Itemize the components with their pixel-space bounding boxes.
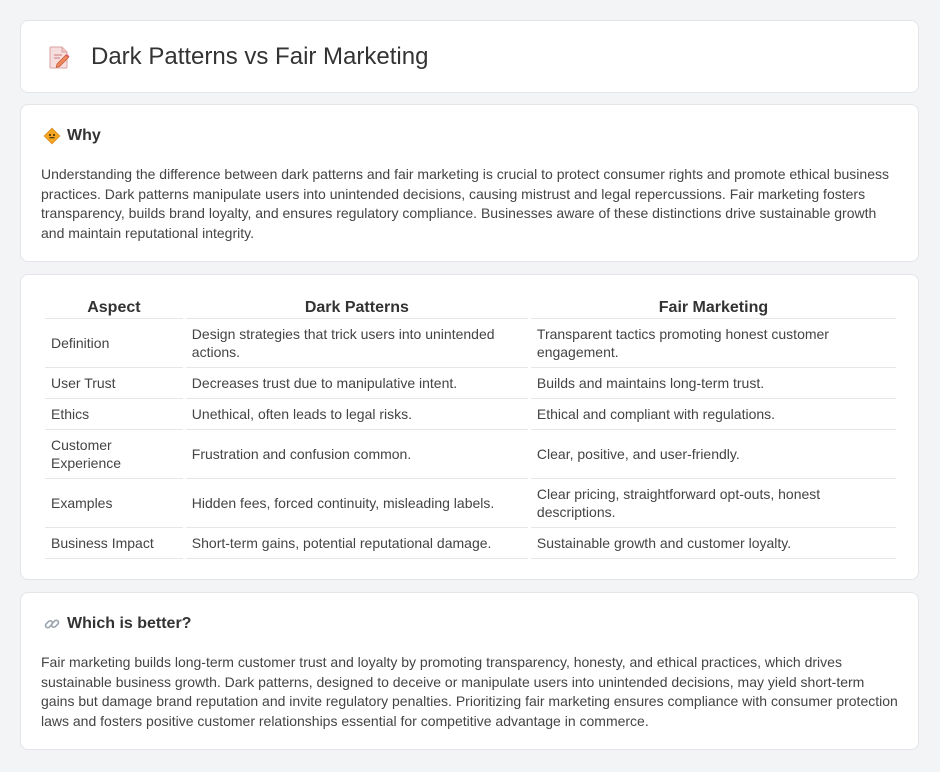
- document-pencil-icon: [47, 44, 71, 70]
- diamond-sign-icon: [43, 127, 61, 145]
- cell-fair: Ethical and compliant with regulations.: [530, 399, 896, 430]
- why-heading-row: Why: [43, 127, 101, 145]
- table-row: User Trust Decreases trust due to manipu…: [45, 368, 896, 399]
- why-heading: Why: [67, 127, 101, 144]
- header-card: Dark Patterns vs Fair Marketing: [20, 20, 919, 93]
- header-dark-patterns: Dark Patterns: [185, 297, 528, 319]
- better-heading-row: Which is better?: [43, 615, 191, 633]
- comparison-table: Aspect Dark Patterns Fair Marketing Defi…: [42, 297, 899, 559]
- table-row: Ethics Unethical, often leads to legal r…: [45, 399, 896, 430]
- cell-fair: Sustainable growth and customer loyalty.: [530, 528, 896, 559]
- cell-aspect: Business Impact: [45, 528, 183, 559]
- header-fair-marketing: Fair Marketing: [530, 297, 896, 319]
- table-row: Definition Design strategies that trick …: [45, 319, 896, 368]
- table-row: Business Impact Short-term gains, potent…: [45, 528, 896, 559]
- cell-fair: Transparent tactics promoting honest cus…: [530, 319, 896, 368]
- cell-dark: Decreases trust due to manipulative inte…: [185, 368, 528, 399]
- cell-aspect: Examples: [45, 479, 183, 528]
- why-card: Why Understanding the difference between…: [20, 104, 919, 262]
- cell-aspect: Definition: [45, 319, 183, 368]
- table-row: Customer Experience Frustration and conf…: [45, 430, 896, 479]
- why-body: Understanding the difference between dar…: [41, 166, 889, 241]
- cell-fair: Clear pricing, straightforward opt-outs,…: [530, 479, 896, 528]
- cell-dark: Hidden fees, forced continuity, misleadi…: [185, 479, 528, 528]
- cell-aspect: Ethics: [45, 399, 183, 430]
- title-row: Dark Patterns vs Fair Marketing: [47, 43, 428, 71]
- cell-dark: Unethical, often leads to legal risks.: [185, 399, 528, 430]
- cell-fair: Builds and maintains long-term trust.: [530, 368, 896, 399]
- better-body: Fair marketing builds long-term customer…: [41, 654, 898, 729]
- cell-dark: Short-term gains, potential reputational…: [185, 528, 528, 559]
- better-heading: Which is better?: [67, 615, 192, 632]
- header-aspect: Aspect: [45, 297, 183, 319]
- cell-dark: Design strategies that trick users into …: [185, 319, 528, 368]
- cell-aspect: Customer Experience: [45, 430, 183, 479]
- comparison-card: Aspect Dark Patterns Fair Marketing Defi…: [20, 274, 919, 580]
- better-card: Which is better? Fair marketing builds l…: [20, 592, 919, 750]
- page-title: Dark Patterns vs Fair Marketing: [91, 43, 429, 70]
- table-row: Examples Hidden fees, forced continuity,…: [45, 479, 896, 528]
- link-icon: [43, 615, 61, 633]
- cell-dark: Frustration and confusion common.: [185, 430, 528, 479]
- cell-aspect: User Trust: [45, 368, 183, 399]
- cell-fair: Clear, positive, and user-friendly.: [530, 430, 896, 479]
- table-header-row: Aspect Dark Patterns Fair Marketing: [45, 297, 896, 319]
